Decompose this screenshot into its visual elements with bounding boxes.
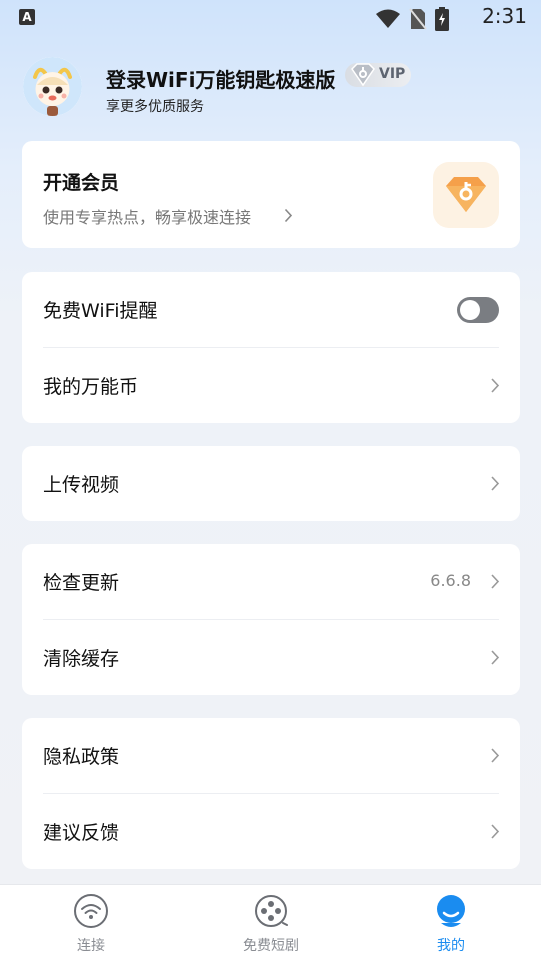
tab-connect-label: 连接: [77, 938, 105, 954]
vip-diamond-icon: [351, 63, 375, 87]
version-value: 6.6.8: [430, 571, 471, 590]
feedback-label: 建议反馈: [43, 822, 120, 844]
member-diamond-badge: [433, 162, 499, 228]
toggle-knob: [460, 300, 480, 320]
tab-free-dramas[interactable]: 免费短剧: [211, 885, 331, 961]
login-title[interactable]: 登录WiFi万能钥匙极速版: [106, 64, 335, 93]
tab-connect[interactable]: 连接: [31, 885, 151, 961]
wifi-reminder-label: 免费WiFi提醒: [43, 300, 158, 322]
check-update-label: 检查更新: [43, 572, 120, 594]
wifi-signal-icon: [376, 9, 400, 28]
battery-charging-icon: [435, 7, 449, 31]
settings-group-1: 免费WiFi提醒 我的万能币: [22, 272, 520, 423]
chevron-right-icon: [284, 208, 293, 223]
bottom-nav: 连接 免费短剧 我的: [0, 884, 541, 961]
check-update-row[interactable]: 检查更新 6.6.8: [22, 544, 520, 620]
avatar[interactable]: [23, 57, 82, 116]
vip-badge: VIP: [345, 63, 411, 87]
no-sim-icon: [409, 8, 427, 30]
tab-free-dramas-label: 免费短剧: [243, 938, 299, 954]
wifi-reminder-toggle[interactable]: [457, 297, 499, 323]
upload-video-row[interactable]: 上传视频: [22, 446, 520, 522]
privacy-policy-label: 隐私政策: [43, 746, 120, 768]
settings-group-3: 检查更新 6.6.8 清除缓存: [22, 544, 520, 695]
privacy-policy-row[interactable]: 隐私政策: [22, 718, 520, 794]
chevron-right-icon: [491, 748, 500, 763]
diamond-key-icon: [446, 177, 486, 212]
chevron-right-icon: [491, 476, 500, 491]
status-time: 2:31: [482, 4, 527, 28]
settings-group-4: 隐私政策 建议反馈: [22, 718, 520, 869]
upload-video-label: 上传视频: [43, 474, 120, 496]
feedback-row[interactable]: 建议反馈: [22, 794, 520, 870]
vip-badge-text: VIP: [379, 66, 406, 82]
member-subtitle: 使用专享热点，畅享极速连接: [43, 208, 252, 227]
mascot-avatar-icon: [23, 57, 82, 116]
wifi-icon: [74, 894, 108, 928]
status-bar: A 2:31: [0, 0, 541, 34]
chevron-right-icon: [491, 824, 500, 839]
member-title: 开通会员: [43, 172, 120, 194]
chevron-right-icon: [491, 650, 500, 665]
member-card[interactable]: 开通会员 使用专享热点，畅享极速连接: [22, 141, 520, 248]
user-profile-icon: [437, 895, 465, 927]
settings-group-2: 上传视频: [22, 446, 520, 521]
tab-mine[interactable]: 我的: [391, 885, 511, 961]
film-reel-icon: [255, 895, 288, 927]
notification-app-icon: A: [19, 9, 35, 25]
chevron-right-icon: [491, 378, 500, 393]
chevron-right-icon: [491, 574, 500, 589]
login-subtitle: 享更多优质服务: [106, 99, 204, 115]
clear-cache-row[interactable]: 清除缓存: [22, 620, 520, 696]
wifi-reminder-row[interactable]: 免费WiFi提醒: [22, 272, 520, 348]
clear-cache-label: 清除缓存: [43, 648, 120, 670]
my-coins-row[interactable]: 我的万能币: [22, 348, 520, 424]
tab-mine-label: 我的: [437, 938, 465, 954]
my-coins-label: 我的万能币: [43, 376, 139, 398]
